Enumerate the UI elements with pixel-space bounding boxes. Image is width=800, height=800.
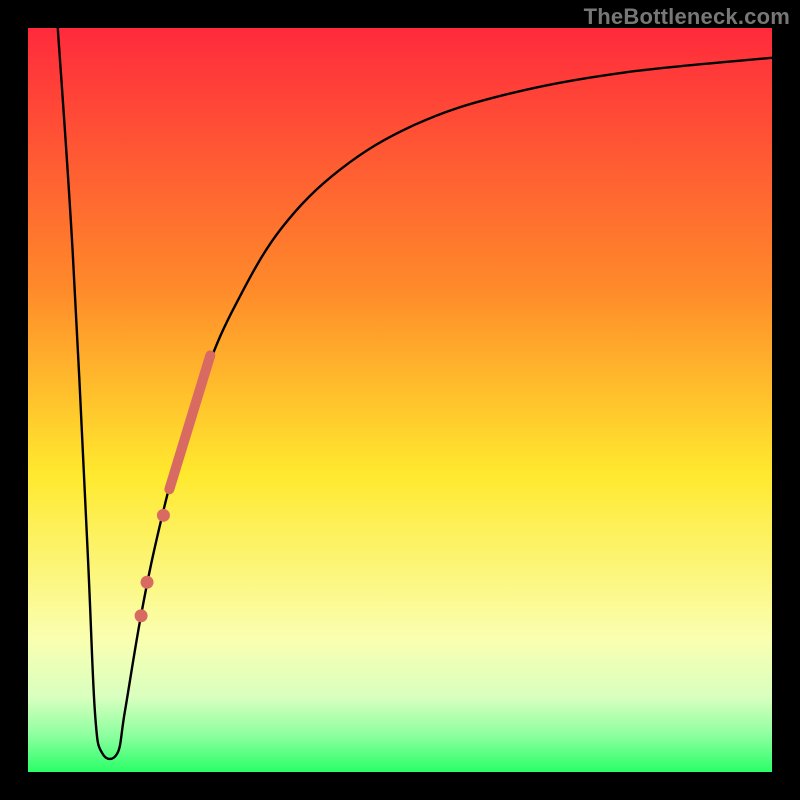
highlight-dots-point: [141, 576, 154, 589]
watermark-text: TheBottleneck.com: [584, 4, 790, 30]
highlight-dots-point: [135, 609, 148, 622]
plot-area: [28, 28, 772, 772]
highlight-dots-point: [157, 509, 170, 522]
plot-svg: [28, 28, 772, 772]
chart-frame: TheBottleneck.com: [0, 0, 800, 800]
